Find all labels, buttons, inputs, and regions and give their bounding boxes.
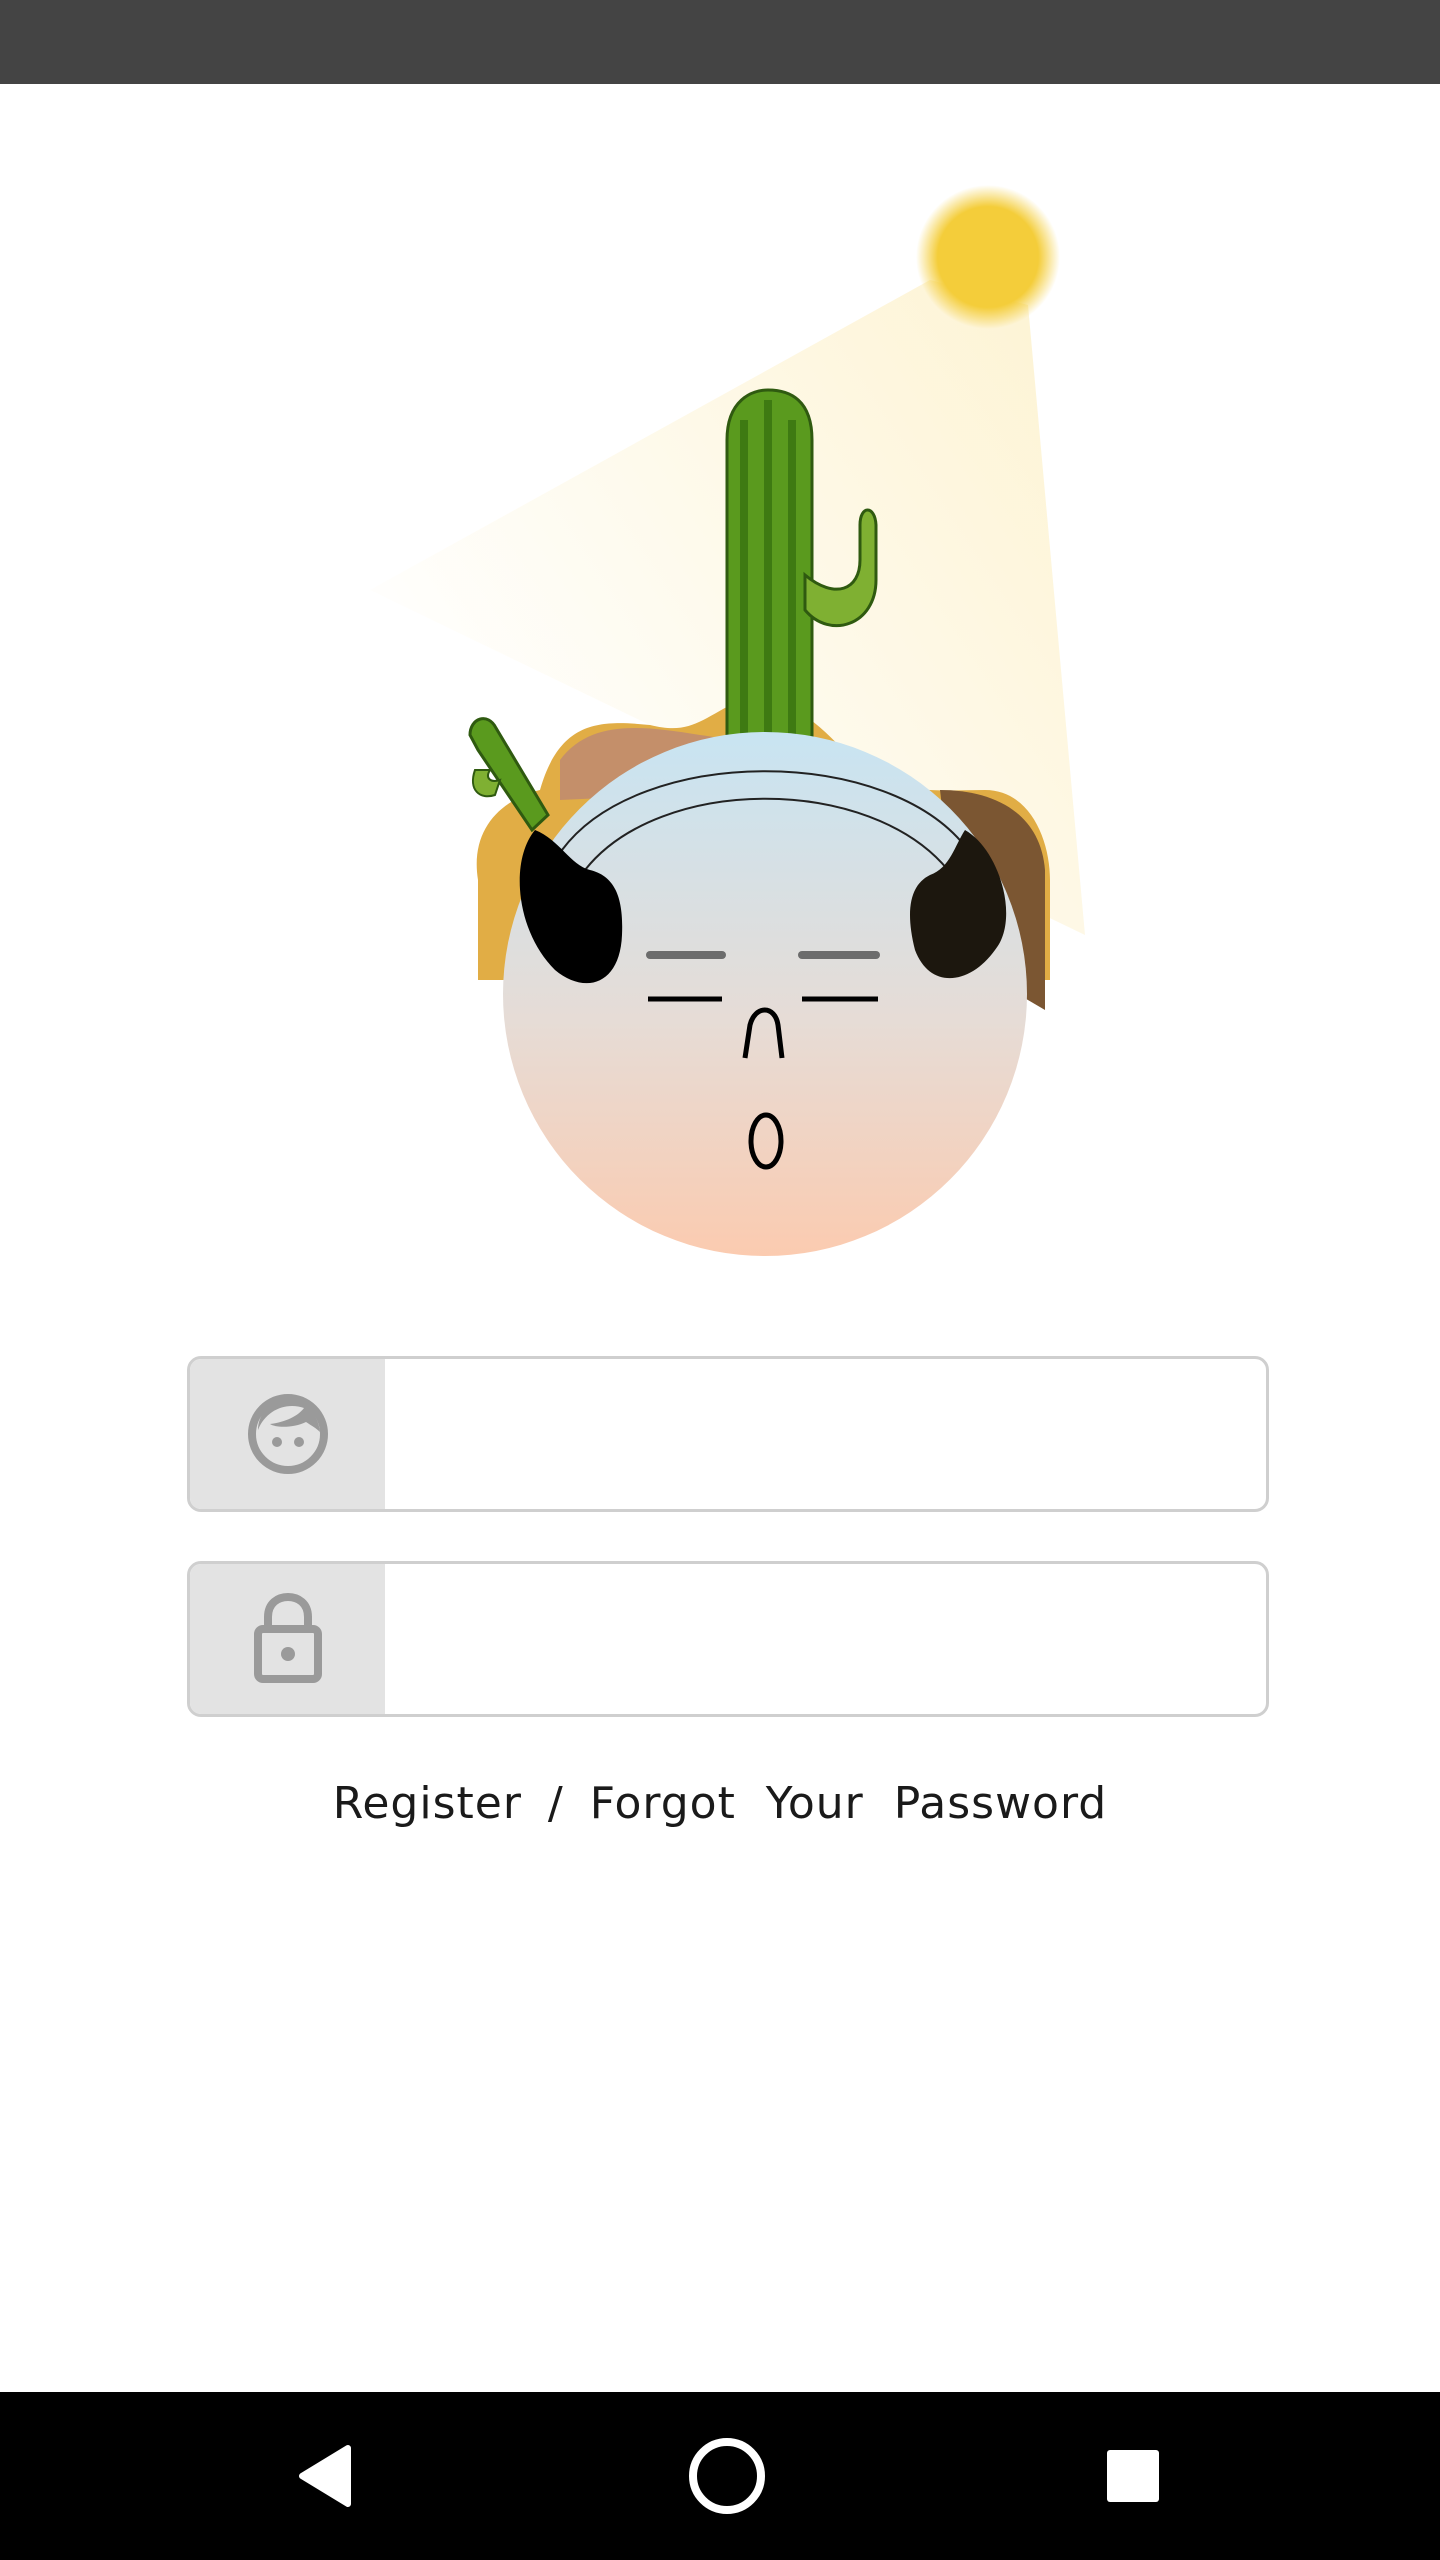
face	[503, 732, 1027, 1256]
link-separator: /	[547, 1778, 564, 1829]
username-input[interactable]	[385, 1359, 1266, 1509]
register-link[interactable]: Register	[333, 1778, 522, 1829]
home-button[interactable]	[627, 2392, 827, 2560]
lock-icon	[253, 1593, 322, 1683]
password-field[interactable]	[187, 1561, 1269, 1717]
forgot-password-link[interactable]: Forgot Your Password	[590, 1778, 1107, 1829]
username-field[interactable]	[187, 1356, 1269, 1512]
back-button[interactable]	[226, 2392, 426, 2560]
recents-button[interactable]	[1033, 2392, 1233, 2560]
account-links: Register / Forgot Your Password	[0, 1778, 1440, 1829]
password-icon-box	[190, 1564, 385, 1714]
home-circle-icon	[689, 2438, 765, 2514]
back-triangle-icon	[299, 2445, 351, 2507]
username-icon-box	[190, 1359, 385, 1509]
face-icon	[247, 1394, 328, 1474]
status-bar	[0, 0, 1440, 84]
navigation-bar	[0, 2392, 1440, 2560]
password-input[interactable]	[385, 1564, 1266, 1714]
header-illustration	[370, 185, 1085, 1256]
sun-icon	[916, 185, 1060, 329]
recents-square-icon	[1107, 2450, 1159, 2502]
